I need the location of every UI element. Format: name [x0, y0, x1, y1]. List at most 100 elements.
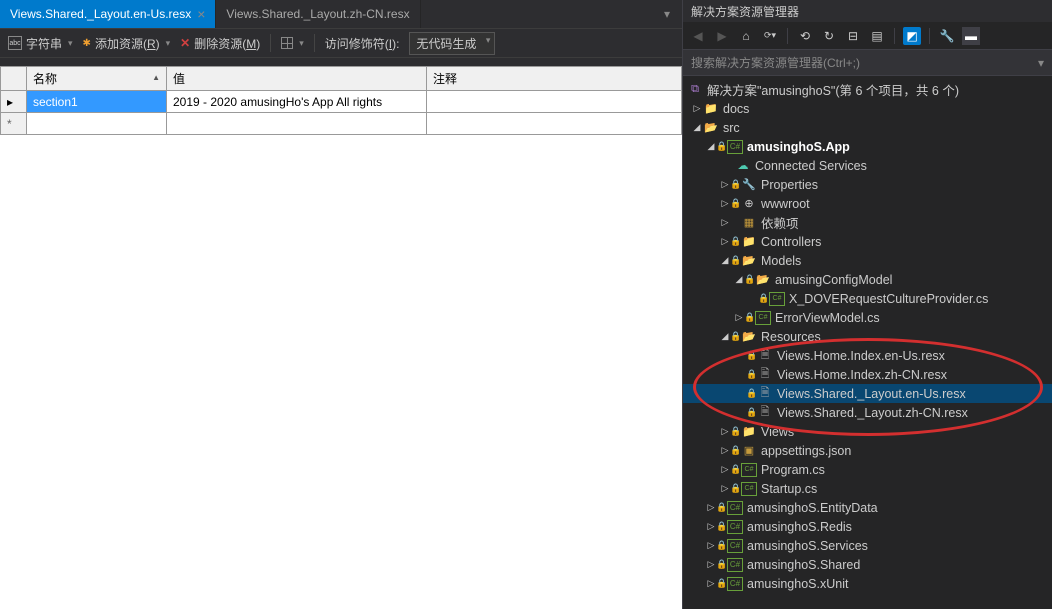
search-placeholder: 搜索解决方案资源管理器(Ctrl+;): [691, 54, 860, 71]
collapse-all-icon[interactable]: ⊟: [844, 27, 862, 45]
csproj-icon: C#: [727, 520, 743, 534]
switch-views-icon[interactable]: ⟳▾: [761, 27, 779, 45]
col-value[interactable]: 值: [167, 67, 427, 91]
lock-icon: 🔒: [745, 274, 755, 285]
show-all-files-icon[interactable]: ▤: [868, 27, 886, 45]
wwwroot-node[interactable]: ▷🔒 ⊕ wwwroot: [683, 194, 1052, 213]
chevron-down-icon[interactable]: ◢: [691, 122, 703, 133]
file-culture[interactable]: ▷🔒 C# X_DOVERequestCultureProvider.cs: [683, 289, 1052, 308]
lock-icon: 🔒: [731, 331, 741, 342]
file-icon: 🗎: [757, 387, 773, 401]
row-header-corner[interactable]: [1, 67, 27, 91]
resources-node[interactable]: ◢🔒 📂 Resources: [683, 327, 1052, 346]
file-errorvm[interactable]: ▷🔒 C# ErrorViewModel.cs: [683, 308, 1052, 327]
sync-icon[interactable]: ⟲: [796, 27, 814, 45]
file-startup[interactable]: ▷🔒 C# Startup.cs: [683, 479, 1052, 498]
chevron-right-icon[interactable]: ▷: [705, 559, 717, 570]
forward-icon: ▶: [713, 27, 731, 45]
new-row[interactable]: *: [1, 113, 682, 135]
project-entitydata[interactable]: ▷🔒 C# amusinghoS.EntityData: [683, 498, 1052, 517]
refresh-icon[interactable]: ↻: [820, 27, 838, 45]
tab-layout-en[interactable]: Views.Shared._Layout.en-Us.resx ×: [0, 0, 216, 28]
solution-toolbar: ◀ ▶ ⌂ ⟳▾ ⟲ ↻ ⊟ ▤ ◩ 🔧 ▬: [683, 22, 1052, 50]
lock-icon: 🔒: [717, 502, 727, 513]
folder-src[interactable]: ◢ 📂 src: [683, 118, 1052, 137]
tab-layout-zh[interactable]: Views.Shared._Layout.zh-CN.resx: [216, 0, 420, 28]
cell-name[interactable]: section1: [27, 91, 167, 113]
csharp-icon: C#: [769, 292, 785, 306]
csproj-icon: C#: [727, 577, 743, 591]
chevron-down-icon[interactable]: ◢: [719, 255, 731, 266]
add-resource-label: 添加资源(R): [95, 35, 160, 52]
chevron-right-icon[interactable]: ▷: [719, 483, 731, 494]
add-resource-button[interactable]: ✱ 添加资源(R): [83, 35, 171, 52]
access-modifier-select[interactable]: 无代码生成: [409, 32, 495, 55]
chevron-right-icon[interactable]: ▷: [691, 103, 703, 114]
project-redis[interactable]: ▷🔒 C# amusinghoS.Redis: [683, 517, 1052, 536]
file-resx-home-zh[interactable]: 🔒 🗎 Views.Home.Index.zh-CN.resx: [683, 365, 1052, 384]
lock-icon: 🔒: [747, 369, 757, 380]
home-icon[interactable]: ⌂: [737, 27, 755, 45]
preview-selected-icon[interactable]: ◩: [903, 27, 921, 45]
file-icon: 🗎: [757, 368, 773, 382]
resource-grid[interactable]: 名称 ▲ 值 注释 ▸ section1 2019 - 2020 amusing…: [0, 66, 682, 135]
controllers-node[interactable]: ▷🔒 📁 Controllers: [683, 232, 1052, 251]
solution-node[interactable]: ⧉ 解决方案"amusinghoS"(第 6 个项目，共 6 个): [683, 80, 1052, 99]
col-comment[interactable]: 注释: [427, 67, 682, 91]
wrench-icon: 🔧: [741, 178, 757, 192]
file-appsettings[interactable]: ▷🔒 ▣ appsettings.json: [683, 441, 1052, 460]
project-xunit[interactable]: ▷🔒 C# amusinghoS.xUnit: [683, 574, 1052, 593]
toolbar-overflow-icon[interactable]: ▬: [962, 27, 980, 45]
chevron-right-icon[interactable]: ▷: [719, 445, 731, 456]
chevron-right-icon[interactable]: ▷: [733, 312, 745, 323]
search-input[interactable]: 搜索解决方案资源管理器(Ctrl+;) ▾: [683, 50, 1052, 76]
cell-comment[interactable]: [427, 91, 682, 113]
col-name[interactable]: 名称 ▲: [27, 67, 167, 91]
chevron-right-icon[interactable]: ▷: [719, 217, 731, 228]
resource-type-label: 字符串: [26, 35, 62, 52]
file-program[interactable]: ▷🔒 C# Program.cs: [683, 460, 1052, 479]
deps-node[interactable]: ▷ ▦ 依赖项: [683, 213, 1052, 232]
folder-docs[interactable]: ▷ 📁 docs: [683, 99, 1052, 118]
lock-icon: 🔒: [717, 578, 727, 589]
chevron-right-icon[interactable]: ▷: [719, 426, 731, 437]
chevron-down-icon[interactable]: ◢: [705, 141, 717, 152]
close-icon[interactable]: ×: [197, 7, 205, 21]
resource-type-dropdown[interactable]: abc 字符串: [8, 35, 73, 52]
properties-icon[interactable]: 🔧: [938, 27, 956, 45]
remove-resource-button[interactable]: ✕ 删除资源(M): [180, 35, 260, 52]
folder-open-icon: 📂: [741, 330, 757, 344]
cell-value[interactable]: 2019 - 2020 amusingHo's App All rights: [167, 91, 427, 113]
lock-icon: 🔒: [747, 350, 757, 361]
tabs-overflow-icon[interactable]: ▾: [658, 7, 676, 21]
connected-services[interactable]: ☁ Connected Services: [683, 156, 1052, 175]
file-resx-home-en[interactable]: 🔒 🗎 Views.Home.Index.en-Us.resx: [683, 346, 1052, 365]
chevron-right-icon[interactable]: ▷: [705, 502, 717, 513]
chevron-right-icon[interactable]: ▷: [719, 198, 731, 209]
models-node[interactable]: ◢🔒 📂 Models: [683, 251, 1052, 270]
table-row[interactable]: ▸ section1 2019 - 2020 amusingHo's App A…: [1, 91, 682, 113]
chevron-down-icon[interactable]: ◢: [733, 274, 745, 285]
chevron-right-icon[interactable]: ▷: [705, 521, 717, 532]
project-services[interactable]: ▷🔒 C# amusinghoS.Services: [683, 536, 1052, 555]
file-resx-layout-zh[interactable]: 🔒 🗎 Views.Shared._Layout.zh-CN.resx: [683, 403, 1052, 422]
view-dropdown[interactable]: [281, 37, 304, 49]
chevron-down-icon[interactable]: ◢: [719, 331, 731, 342]
lock-icon: 🔒: [747, 407, 757, 418]
chevron-right-icon[interactable]: ▷: [705, 578, 717, 589]
properties-node[interactable]: ▷🔒 🔧 Properties: [683, 175, 1052, 194]
solution-tree[interactable]: ⧉ 解决方案"amusinghoS"(第 6 个项目，共 6 个) ▷ 📁 do…: [683, 76, 1052, 609]
chevron-right-icon[interactable]: ▷: [719, 179, 731, 190]
chevron-right-icon[interactable]: ▷: [719, 236, 731, 247]
editor-panel: Views.Shared._Layout.en-Us.resx × Views.…: [0, 0, 682, 609]
views-node[interactable]: ▷🔒 📁 Views: [683, 422, 1052, 441]
file-resx-layout-en[interactable]: 🔒 🗎 Views.Shared._Layout.en-Us.resx: [683, 384, 1052, 403]
lock-icon: 🔒: [759, 293, 769, 304]
configmodel-node[interactable]: ◢🔒 📂 amusingConfigModel: [683, 270, 1052, 289]
chevron-right-icon[interactable]: ▷: [719, 464, 731, 475]
search-dropdown-icon[interactable]: ▾: [1038, 56, 1044, 70]
row-indicator[interactable]: ▸: [1, 91, 27, 113]
project-app[interactable]: ◢ 🔒 C# amusinghoS.App: [683, 137, 1052, 156]
chevron-right-icon[interactable]: ▷: [705, 540, 717, 551]
project-shared[interactable]: ▷🔒 C# amusinghoS.Shared: [683, 555, 1052, 574]
